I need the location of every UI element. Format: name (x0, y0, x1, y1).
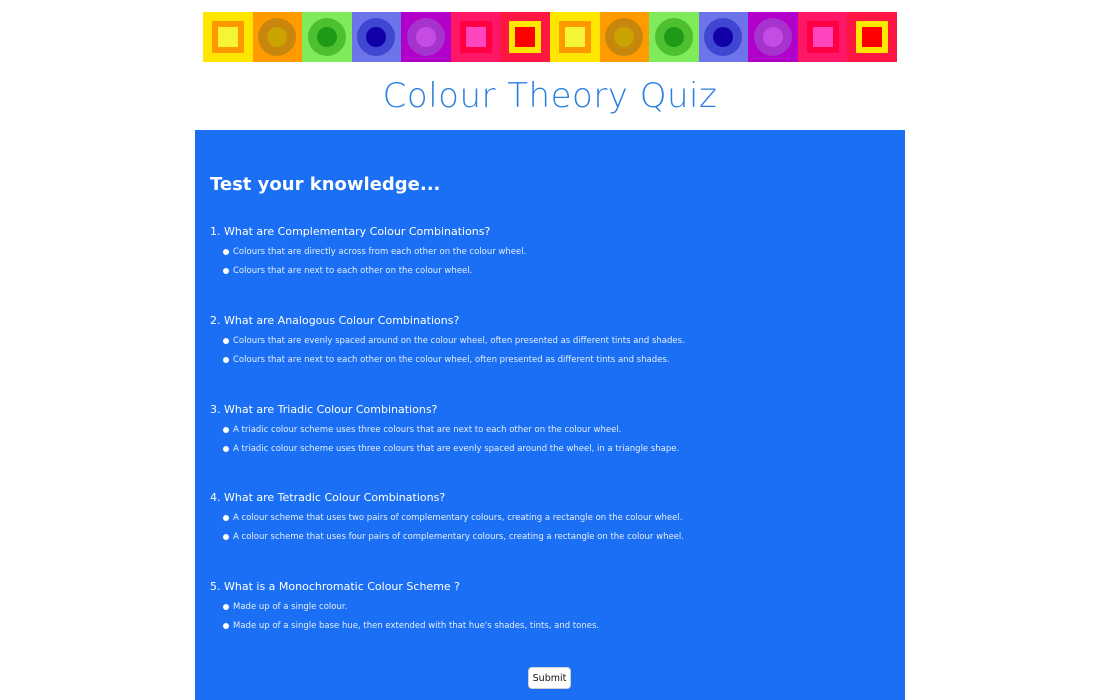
square-shape (558, 21, 591, 53)
colour-tile (302, 12, 352, 62)
tile-core (614, 27, 635, 47)
circle-shape (654, 18, 693, 56)
square-shape (459, 21, 492, 53)
colour-tile (748, 12, 798, 62)
colour-tile (847, 12, 897, 62)
tile-core (812, 27, 833, 47)
circle-shape (407, 18, 446, 56)
circle-shape (704, 18, 743, 56)
tile-core (217, 27, 238, 47)
answer-option[interactable]: Colours that are next to each other on t… (223, 354, 890, 366)
answer-label: Colours that are evenly spaced around on… (233, 336, 685, 346)
tile-core (416, 27, 437, 47)
radio-button[interactable] (223, 623, 229, 629)
colour-tile (649, 12, 699, 62)
square-shape (856, 21, 889, 53)
answer-option[interactable]: A triadic colour scheme uses three colou… (223, 443, 890, 455)
circle-shape (258, 18, 297, 56)
colour-tile (351, 12, 402, 62)
question-text: 4. What are Tetradic Colour Combinations… (210, 491, 446, 504)
answer-option[interactable]: Made up of a single base hue, then exten… (223, 620, 890, 632)
question-2: 2. What are Analogous Colour Combination… (210, 314, 890, 366)
answer-label: Colours that are next to each other on t… (233, 266, 473, 276)
tile-core (366, 27, 387, 47)
colour-tile (500, 12, 550, 62)
tile-core (713, 27, 734, 47)
colour-tile (797, 12, 848, 62)
radio-button[interactable] (223, 534, 229, 540)
tile-core (564, 27, 585, 47)
question-text: 3. What are Triadic Colour Combinations? (210, 403, 438, 416)
question-3: 3. What are Triadic Colour Combinations?… (210, 403, 890, 455)
answer-option[interactable]: A colour scheme that uses two pairs of c… (223, 512, 890, 524)
colour-tile (203, 12, 253, 62)
answer-label: Made up of a single colour. (233, 602, 348, 612)
tile-core (515, 27, 536, 47)
colour-banner (203, 12, 897, 62)
radio-button[interactable] (223, 604, 229, 610)
answer-label: A colour scheme that uses four pairs of … (233, 532, 684, 542)
quiz-panel: Test your knowledge... 1. What are Compl… (195, 130, 905, 700)
question-4: 4. What are Tetradic Colour Combinations… (210, 491, 890, 543)
tile-core (862, 27, 883, 47)
radio-button[interactable] (223, 338, 229, 344)
answer-label: A triadic colour scheme uses three colou… (233, 425, 622, 435)
radio-button[interactable] (223, 357, 229, 363)
circle-shape (753, 18, 792, 56)
question-text: 1. What are Complementary Colour Combina… (210, 225, 491, 238)
answer-label: Colours that are directly across from ea… (233, 247, 527, 257)
circle-shape (605, 18, 644, 56)
answer-option[interactable]: Made up of a single colour. (223, 601, 890, 613)
answer-label: Made up of a single base hue, then exten… (233, 621, 600, 631)
tile-core (762, 27, 783, 47)
circle-shape (307, 18, 346, 56)
colour-tile (450, 12, 501, 62)
square-shape (509, 21, 542, 53)
submit-button[interactable]: Submit (528, 667, 571, 689)
radio-button[interactable] (223, 249, 229, 255)
answer-label: A colour scheme that uses two pairs of c… (233, 513, 683, 523)
answer-option[interactable]: Colours that are next to each other on t… (223, 265, 890, 277)
radio-button[interactable] (223, 446, 229, 452)
square-shape (211, 21, 244, 53)
radio-button[interactable] (223, 515, 229, 521)
radio-button[interactable] (223, 268, 229, 274)
radio-button[interactable] (223, 427, 229, 433)
answer-label: A triadic colour scheme uses three colou… (233, 444, 680, 454)
circle-shape (357, 18, 396, 56)
answer-option[interactable]: A triadic colour scheme uses three colou… (223, 424, 890, 436)
page-title: Colour Theory Quiz (382, 76, 718, 116)
answer-option[interactable]: Colours that are directly across from ea… (223, 246, 890, 258)
colour-tile (252, 12, 303, 62)
colour-tile (401, 12, 451, 62)
tile-core (316, 27, 337, 47)
colour-tile (599, 12, 650, 62)
square-shape (806, 21, 839, 53)
tile-core (663, 27, 684, 47)
tile-core (267, 27, 288, 47)
quiz-heading: Test your knowledge... (210, 174, 441, 195)
answer-option[interactable]: Colours that are evenly spaced around on… (223, 335, 890, 347)
question-5: 5. What is a Monochromatic Colour Scheme… (210, 580, 890, 632)
question-text: 2. What are Analogous Colour Combination… (210, 314, 460, 327)
tile-core (465, 27, 486, 47)
colour-tile (549, 12, 600, 62)
answer-label: Colours that are next to each other on t… (233, 355, 670, 365)
colour-tile (698, 12, 749, 62)
question-text: 5. What is a Monochromatic Colour Scheme… (210, 580, 461, 593)
answer-option[interactable]: A colour scheme that uses four pairs of … (223, 531, 890, 543)
question-1: 1. What are Complementary Colour Combina… (210, 225, 890, 277)
